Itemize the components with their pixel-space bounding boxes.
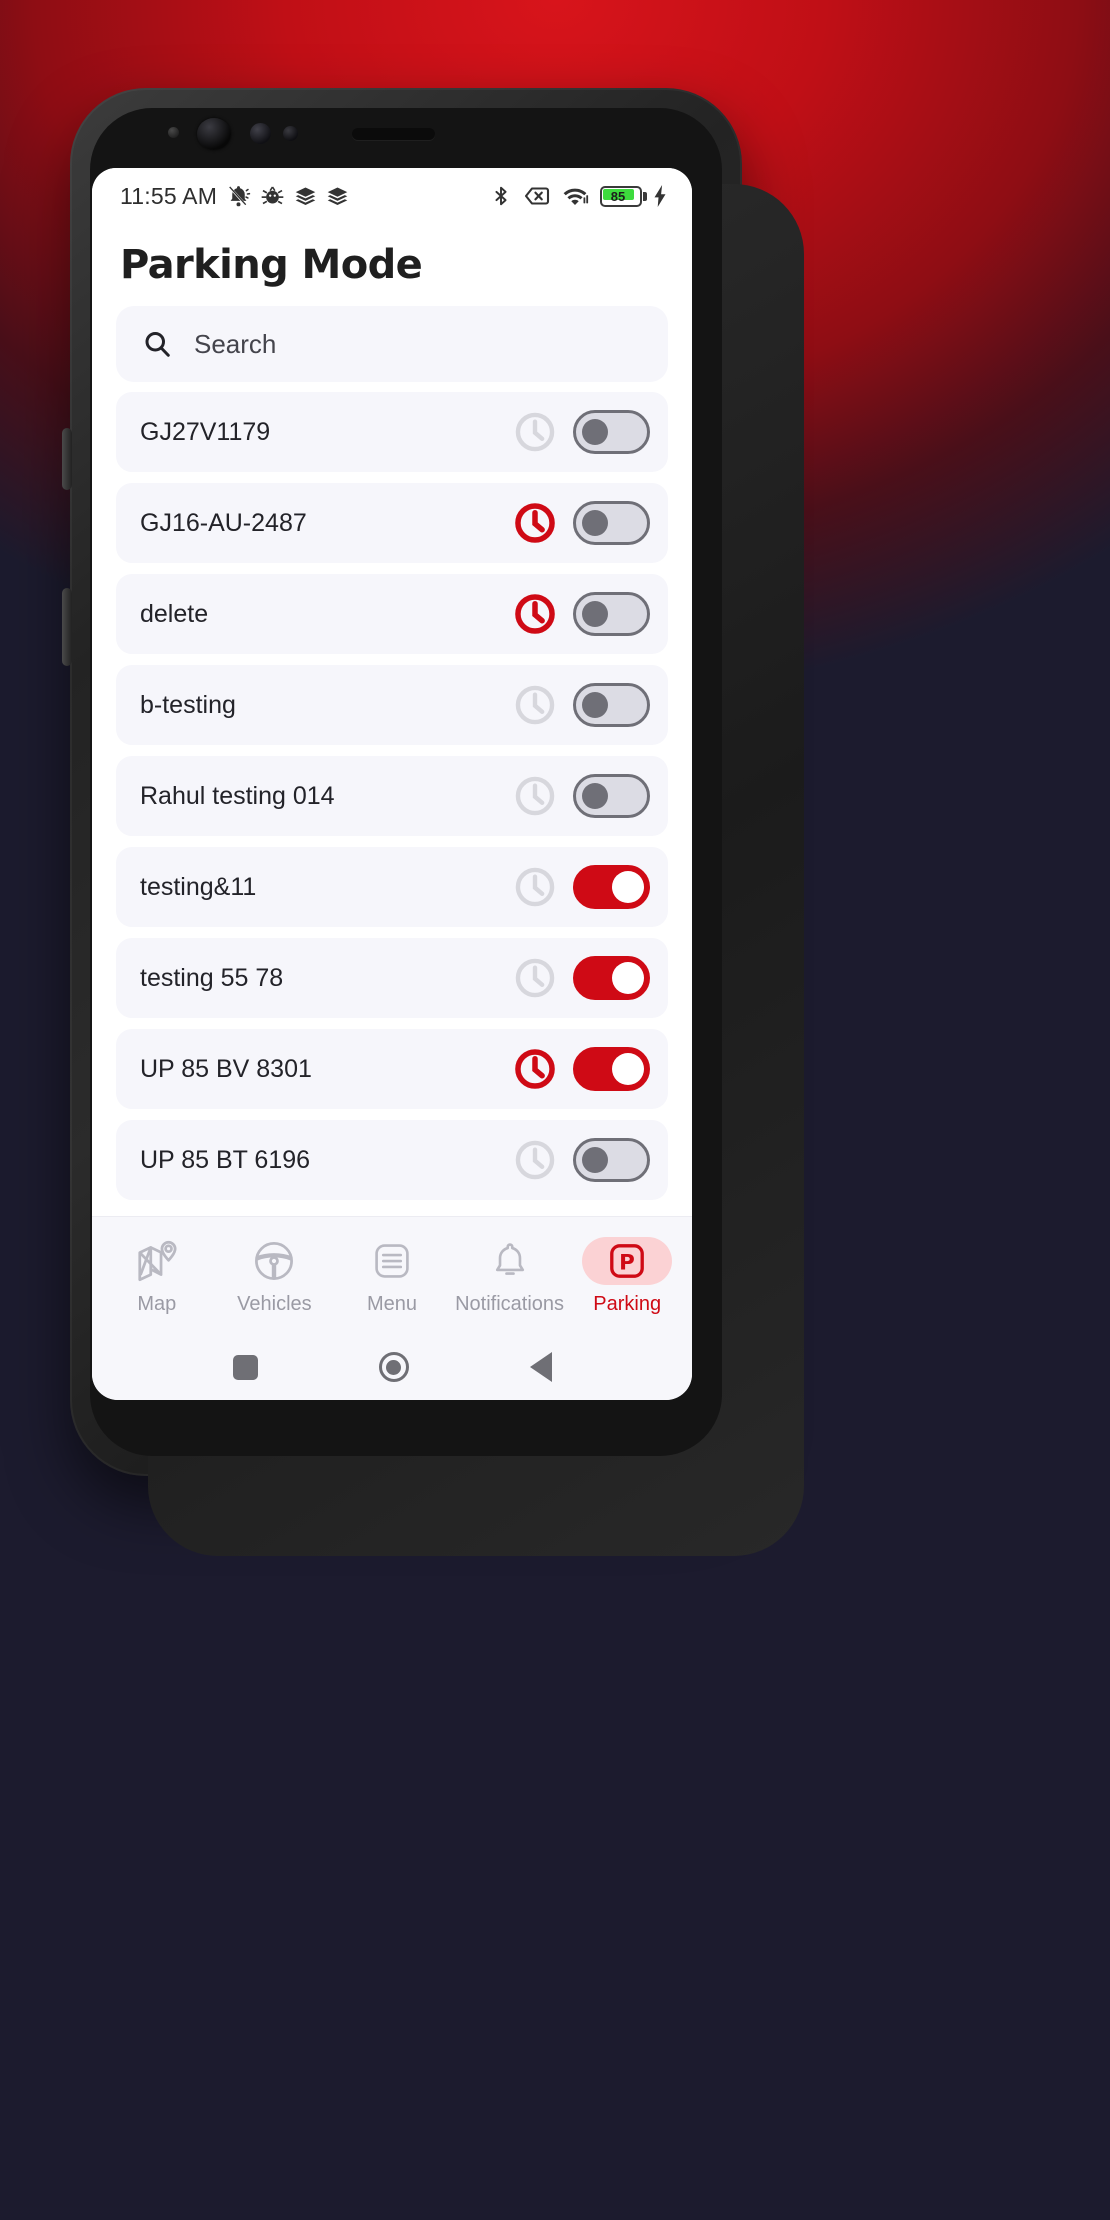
parking-mode-toggle[interactable]	[573, 865, 650, 909]
search-placeholder: Search	[194, 328, 277, 359]
list-item[interactable]: b-testing	[116, 665, 668, 745]
triangle-back-icon[interactable]	[529, 1352, 552, 1382]
search-icon	[145, 331, 170, 357]
status-bar-left: 11:55 AM	[120, 183, 349, 210]
schedule-clock-icon[interactable]	[511, 863, 559, 911]
parking-mode-list[interactable]: GJ27V1179 GJ16-AU-2487 delete b-testing …	[92, 382, 692, 1216]
list-item[interactable]: UP 85 BV 8301	[116, 1029, 668, 1109]
schedule-clock-icon-active[interactable]	[511, 1045, 559, 1093]
schedule-clock-icon-active[interactable]	[511, 590, 559, 638]
vehicle-name-label: UP 85 BT 6196	[140, 1145, 311, 1174]
schedule-clock-icon[interactable]	[511, 954, 559, 1002]
vehicle-name-label: GJ27V1179	[140, 417, 271, 446]
list-item[interactable]: testing 55 78	[116, 938, 668, 1018]
parking-mode-toggle[interactable]	[573, 592, 650, 636]
nav-item-label: Map	[137, 1292, 177, 1315]
bell-slash-icon	[228, 185, 251, 206]
parking-mode-toggle[interactable]	[573, 410, 650, 454]
parking-mode-toggle[interactable]	[573, 956, 650, 1000]
list-item[interactable]: Rahul testing 014	[116, 756, 668, 836]
phone-screen: 11:55 AM 85 Parking Mode Search GJ27V117…	[92, 168, 692, 1400]
vehicle-name-label: UP 85 BV 8301	[140, 1054, 312, 1083]
search-input[interactable]: Search	[116, 306, 668, 382]
sim-card-off-icon	[524, 187, 550, 205]
volume-up-button[interactable]	[62, 428, 72, 490]
parking-mode-toggle[interactable]	[573, 683, 650, 727]
earpiece-speaker	[352, 128, 435, 140]
bell-icon	[489, 1236, 531, 1286]
layers-icon	[327, 186, 348, 205]
steering-wheel-icon	[252, 1236, 296, 1286]
search-section: Search	[92, 298, 692, 382]
page-title: Parking Mode	[120, 242, 423, 288]
nav-item-label: Parking	[593, 1292, 662, 1315]
vehicle-name-label: testing 55 78	[140, 963, 284, 992]
nav-item-label: Notifications	[455, 1292, 565, 1315]
parking-p-icon: P	[582, 1236, 673, 1286]
parking-mode-toggle[interactable]	[573, 774, 650, 818]
sensor-dot-icon	[168, 127, 179, 138]
active-nav-pill: P	[582, 1236, 673, 1285]
list-item[interactable]: testing&11	[116, 847, 668, 927]
schedule-clock-icon[interactable]	[511, 1136, 559, 1184]
bluetooth-icon	[495, 186, 507, 206]
map-pin-icon	[135, 1236, 179, 1286]
parking-mode-toggle[interactable]	[573, 1138, 650, 1182]
status-bar-right: 85	[490, 184, 668, 208]
vehicle-name-label: b-testing	[140, 690, 236, 719]
proximity-sensor-icon	[283, 126, 298, 141]
nav-item-vehicles[interactable]: Vehicles	[219, 1236, 329, 1316]
schedule-clock-icon-active[interactable]	[511, 499, 559, 547]
schedule-clock-icon[interactable]	[511, 772, 559, 820]
parking-mode-toggle[interactable]	[573, 1047, 650, 1091]
list-item[interactable]: delete	[116, 574, 668, 654]
vehicle-name-label: Rahul testing 014	[140, 781, 335, 810]
bottom-navigation-bar[interactable]: Map Vehicles Menu Notifications P Parkin…	[92, 1216, 692, 1334]
vehicle-name-label: delete	[140, 599, 209, 628]
android-system-nav[interactable]	[92, 1334, 692, 1400]
wifi-icon	[563, 188, 589, 205]
volume-down-button[interactable]	[62, 588, 72, 666]
battery-icon: 85	[600, 185, 647, 207]
parking-mode-toggle[interactable]	[573, 501, 650, 545]
front-camera-icon	[197, 118, 231, 150]
vehicle-name-label: GJ16-AU-2487	[140, 508, 307, 537]
status-time: 11:55 AM	[120, 182, 218, 209]
list-menu-icon	[371, 1236, 413, 1286]
sensor-lens-icon	[250, 123, 271, 144]
nav-item-parking[interactable]: P Parking	[572, 1236, 682, 1316]
nav-item-map[interactable]: Map	[102, 1236, 212, 1316]
svg-text:P: P	[619, 1250, 635, 1275]
nav-item-label: Menu	[366, 1292, 417, 1315]
circle-home-icon[interactable]	[378, 1352, 409, 1382]
layers-icon	[295, 186, 316, 205]
square-recents-icon[interactable]	[232, 1354, 258, 1380]
vehicle-name-label: testing&11	[140, 872, 257, 901]
nav-item-label: Vehicles	[237, 1292, 312, 1315]
charging-bolt-icon	[654, 185, 666, 207]
nav-item-menu[interactable]: Menu	[337, 1236, 447, 1316]
status-bar: 11:55 AM 85	[92, 168, 692, 224]
battery-percent: 85	[610, 188, 626, 204]
schedule-clock-icon[interactable]	[511, 681, 559, 729]
list-item[interactable]: UP 85 BT 6196	[116, 1120, 668, 1200]
bug-icon	[261, 186, 284, 204]
nav-item-notifications[interactable]: Notifications	[455, 1236, 565, 1316]
schedule-clock-icon[interactable]	[511, 408, 559, 456]
list-item[interactable]: GJ27V1179	[116, 392, 668, 472]
list-item[interactable]: GJ16-AU-2487	[116, 483, 668, 563]
